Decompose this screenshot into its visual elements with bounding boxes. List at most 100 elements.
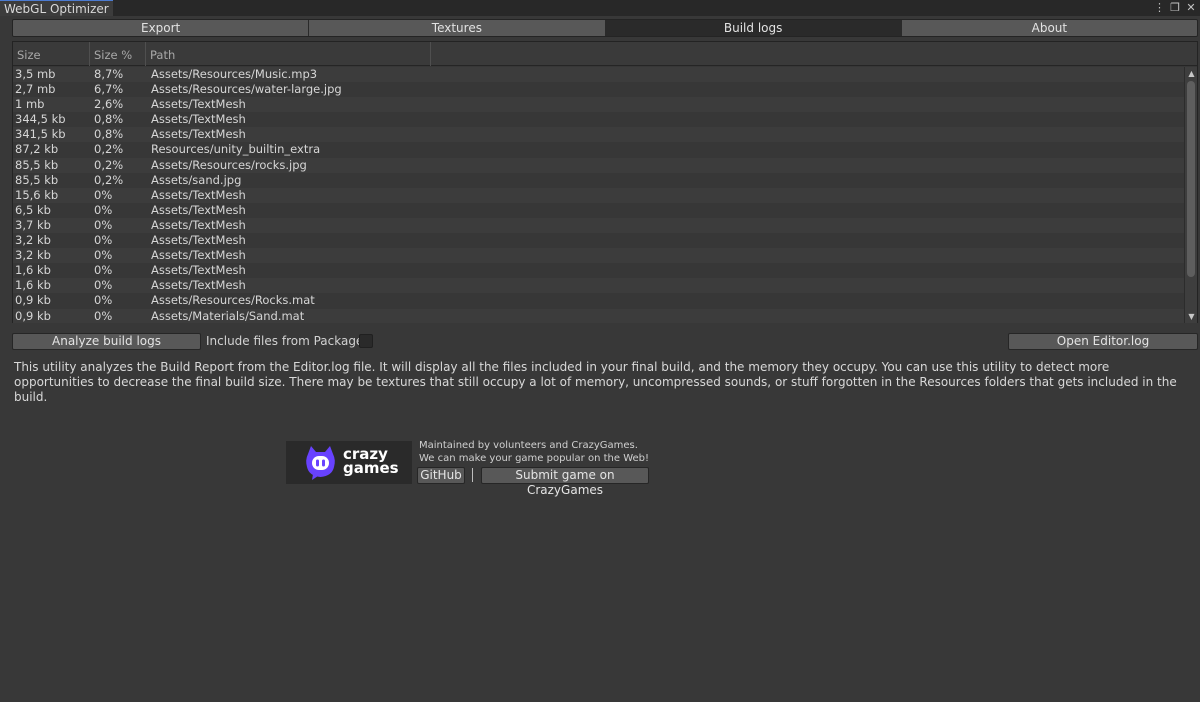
table-row[interactable]: 1,6 kb 0% Assets/TextMesh bbox=[13, 263, 1185, 279]
include-packages-label: Include files from Packages bbox=[206, 334, 370, 348]
table-row[interactable]: 85,5 kb 0,2% Assets/sand.jpg bbox=[13, 172, 1185, 188]
cell-size-percent: 0% bbox=[94, 293, 113, 308]
cell-size-percent: 0% bbox=[94, 233, 113, 248]
cell-size: 2,7 mb bbox=[15, 82, 56, 97]
cell-size: 344,5 kb bbox=[15, 112, 66, 127]
logo-text-line2: games bbox=[343, 459, 399, 477]
scroll-up-arrow-icon[interactable]: ▲ bbox=[1185, 67, 1198, 80]
window-controls: ⋮ ❐ ✕ bbox=[1154, 0, 1196, 16]
cell-path: Assets/TextMesh bbox=[151, 187, 246, 202]
window-title[interactable]: WebGL Optimizer bbox=[0, 0, 113, 16]
table-row[interactable]: 3,7 kb 0% Assets/TextMesh bbox=[13, 217, 1185, 234]
build-log-table: Size Size % Path 3,5 mb 8,7% Assets/Resour… bbox=[12, 41, 1198, 323]
cell-path: Assets/TextMesh bbox=[151, 217, 246, 232]
footer-maintainer-text: Maintained by volunteers and CrazyGames. bbox=[419, 440, 638, 451]
window-titlebar: WebGL Optimizer ⋮ ❐ ✕ bbox=[0, 0, 1200, 16]
footer-promo-text: We can make your game popular on the Web… bbox=[419, 453, 650, 464]
tab-export[interactable]: Export bbox=[13, 20, 310, 36]
cell-path: Assets/Resources/Rocks.mat bbox=[151, 293, 315, 308]
cell-path: Assets/Resources/water-large.jpg bbox=[151, 82, 342, 97]
tab-bar: Export Textures Build logs About bbox=[12, 19, 1198, 37]
cell-size: 3,2 kb bbox=[15, 233, 51, 248]
cell-path: Assets/Materials/Sand.mat bbox=[151, 308, 305, 323]
analyze-build-logs-button[interactable]: Analyze build logs bbox=[12, 333, 201, 350]
tab-about[interactable]: About bbox=[901, 20, 1197, 36]
table-row[interactable]: 3,2 kb 0% Assets/TextMesh bbox=[13, 248, 1185, 264]
table-row[interactable]: 341,5 kb 0,8% Assets/TextMesh bbox=[13, 127, 1185, 143]
cell-size-percent: 0,2% bbox=[94, 157, 124, 172]
utility-description: This utility analyzes the Build Report f… bbox=[14, 360, 1177, 404]
table-body: 3,5 mb 8,7% Assets/Resources/Music.mp3 2,7 … bbox=[13, 67, 1185, 323]
cell-size: 1,6 kb bbox=[15, 263, 51, 278]
cell-path: Assets/Resources/rocks.jpg bbox=[151, 157, 307, 172]
submit-game-button[interactable]: Submit game on CrazyGames bbox=[481, 467, 649, 497]
tab-textures[interactable]: Textures bbox=[309, 20, 606, 36]
cell-size-percent: 0,2% bbox=[94, 142, 124, 157]
cell-size-percent: 0,8% bbox=[94, 127, 124, 142]
cell-size: 0,9 kb bbox=[15, 308, 51, 323]
cell-size: 6,5 kb bbox=[15, 202, 51, 217]
cell-size: 3,5 mb bbox=[15, 67, 56, 81]
table-row[interactable]: 344,5 kb 0,8% Assets/TextMesh bbox=[13, 112, 1185, 128]
cell-size-percent: 0% bbox=[94, 278, 113, 293]
cell-size-percent: 8,7% bbox=[94, 67, 124, 81]
footer-separator bbox=[472, 468, 473, 482]
cell-size: 1,6 kb bbox=[15, 278, 51, 293]
cell-path: Assets/TextMesh bbox=[151, 202, 246, 217]
table-row[interactable]: 3,2 kb 0% Assets/TextMesh bbox=[13, 233, 1185, 249]
crazygames-logo[interactable]: crazy games bbox=[286, 441, 412, 484]
cell-size: 85,5 kb bbox=[15, 157, 59, 172]
github-button[interactable]: GitHub bbox=[417, 467, 465, 484]
cell-path: Assets/TextMesh bbox=[151, 127, 246, 142]
cell-path: Resources/unity_builtin_extra bbox=[151, 142, 321, 157]
cell-path: Assets/TextMesh bbox=[151, 263, 246, 278]
cell-size: 1 mb bbox=[15, 97, 45, 112]
tab-build-logs[interactable]: Build logs bbox=[605, 20, 902, 36]
cell-path: Assets/sand.jpg bbox=[151, 172, 242, 187]
cell-size: 87,2 kb bbox=[15, 142, 59, 157]
table-header: Size Size % Path bbox=[13, 42, 1197, 66]
table-row[interactable]: 87,2 kb 0,2% Resources/unity_builtin_extra bbox=[13, 142, 1185, 158]
more-options-icon[interactable]: ⋮ bbox=[1154, 0, 1165, 16]
cell-size: 3,7 kb bbox=[15, 217, 51, 232]
open-editor-log-button[interactable]: Open Editor.log bbox=[1008, 333, 1198, 350]
table-row[interactable]: 0,9 kb 0% Assets/Resources/Rocks.mat bbox=[13, 293, 1185, 309]
cell-size-percent: 0% bbox=[94, 187, 113, 202]
table-row[interactable]: 6,5 kb 0% Assets/TextMesh bbox=[13, 202, 1185, 218]
cell-size-percent: 0,2% bbox=[94, 172, 124, 187]
table-row[interactable]: 85,5 kb 0,2% Assets/Resources/rocks.jpg bbox=[13, 157, 1185, 173]
cell-size-percent: 0,8% bbox=[94, 112, 124, 127]
cell-size-percent: 0% bbox=[94, 308, 113, 323]
cell-size-percent: 0% bbox=[94, 217, 113, 232]
cell-size: 15,6 kb bbox=[15, 187, 59, 202]
column-header-path[interactable]: Path bbox=[146, 42, 431, 66]
cell-size: 3,2 kb bbox=[15, 248, 51, 263]
cell-size-percent: 2,6% bbox=[94, 97, 124, 112]
cell-size: 85,5 kb bbox=[15, 172, 59, 187]
column-header-size[interactable]: Size bbox=[13, 42, 90, 66]
cell-size: 341,5 kb bbox=[15, 127, 66, 142]
scrollbar-thumb[interactable] bbox=[1187, 81, 1195, 277]
crazygames-wordmark: crazy games bbox=[343, 447, 399, 477]
cell-path: Assets/TextMesh bbox=[151, 112, 246, 127]
cell-path: Assets/TextMesh bbox=[151, 248, 246, 263]
vertical-scrollbar[interactable]: ▲ ▼ bbox=[1184, 67, 1197, 323]
column-header-size-percent[interactable]: Size % bbox=[90, 42, 146, 66]
cell-path: Assets/TextMesh bbox=[151, 233, 246, 248]
table-row[interactable]: 2,7 mb 6,7% Assets/Resources/water-large.j… bbox=[13, 82, 1185, 98]
table-row[interactable]: 0,9 kb 0% Assets/Materials/Sand.mat bbox=[13, 308, 1185, 323]
cell-size-percent: 0% bbox=[94, 202, 113, 217]
cell-size-percent: 0% bbox=[94, 263, 113, 278]
close-icon[interactable]: ✕ bbox=[1186, 0, 1196, 16]
cell-path: Assets/TextMesh bbox=[151, 278, 246, 293]
include-packages-checkbox[interactable] bbox=[359, 334, 373, 348]
table-row[interactable]: 1,6 kb 0% Assets/TextMesh bbox=[13, 278, 1185, 294]
table-row[interactable]: 3,5 mb 8,7% Assets/Resources/Music.mp3 bbox=[13, 67, 1185, 83]
scroll-down-arrow-icon[interactable]: ▼ bbox=[1185, 310, 1198, 323]
table-row[interactable]: 15,6 kb 0% Assets/TextMesh bbox=[13, 187, 1185, 203]
cell-size-percent: 0% bbox=[94, 248, 113, 263]
maximize-icon[interactable]: ❐ bbox=[1170, 0, 1180, 16]
cell-size-percent: 6,7% bbox=[94, 82, 124, 97]
table-row[interactable]: 1 mb 2,6% Assets/TextMesh bbox=[13, 97, 1185, 113]
cell-size: 0,9 kb bbox=[15, 293, 51, 308]
